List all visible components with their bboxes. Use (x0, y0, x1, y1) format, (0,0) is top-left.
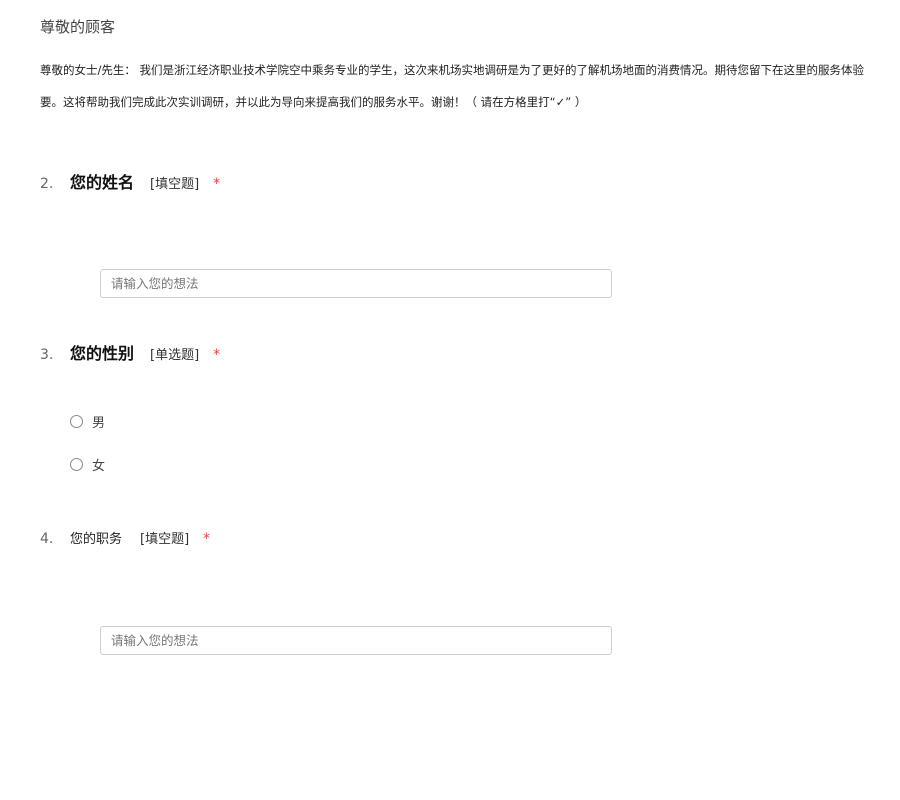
question-title: 您的职务 (70, 532, 123, 547)
question-type: [单选题] (150, 348, 200, 363)
radio-button[interactable] (70, 415, 83, 428)
survey-title: 尊敬的顾客 (40, 18, 116, 36)
question-number: 2. (40, 176, 54, 192)
question-number: 4. (40, 531, 54, 547)
required-mark: * (213, 347, 221, 363)
question-title: 您的姓名 (70, 173, 135, 192)
question-gender: 3. 您的性别 [单选题] * (40, 340, 220, 364)
question-type: [填空题] (140, 532, 190, 547)
radio-button[interactable] (70, 458, 83, 471)
question-header: 3. 您的性别 [单选题] * (40, 340, 220, 364)
question-name: 2. 您的姓名 [填空题] * (40, 169, 220, 193)
name-input[interactable] (100, 269, 612, 298)
question-header: 2. 您的姓名 [填空题] * (40, 169, 220, 193)
position-input[interactable] (100, 626, 612, 655)
question-type: [填空题] (150, 177, 200, 192)
survey-page: 尊敬的顾客 尊敬的女士/先生： 我们是浙江经济职业技术学院空中乘务专业的学生，这… (0, 0, 900, 800)
required-mark: * (203, 531, 211, 547)
radio-label: 女 (92, 459, 106, 474)
radio-option-female[interactable]: 女 (70, 455, 105, 474)
question-title: 您的性别 (70, 344, 135, 363)
question-position: 4. 您的职务 [填空题] * (40, 528, 210, 547)
required-mark: * (213, 176, 221, 192)
survey-intro: 尊敬的女士/先生： 我们是浙江经济职业技术学院空中乘务专业的学生，这次来机场实地… (40, 54, 900, 118)
radio-label: 男 (92, 416, 106, 431)
intro-line-2: 要。这将帮助我们完成此次实训调研，并以此为导向来提高我们的服务水平。谢谢！（ 请… (40, 95, 587, 109)
question-number: 3. (40, 347, 54, 363)
intro-line-1: 尊敬的女士/先生： 我们是浙江经济职业技术学院空中乘务专业的学生，这次来机场实地… (40, 63, 865, 77)
radio-option-male[interactable]: 男 (70, 412, 105, 431)
question-header: 4. 您的职务 [填空题] * (40, 528, 210, 547)
